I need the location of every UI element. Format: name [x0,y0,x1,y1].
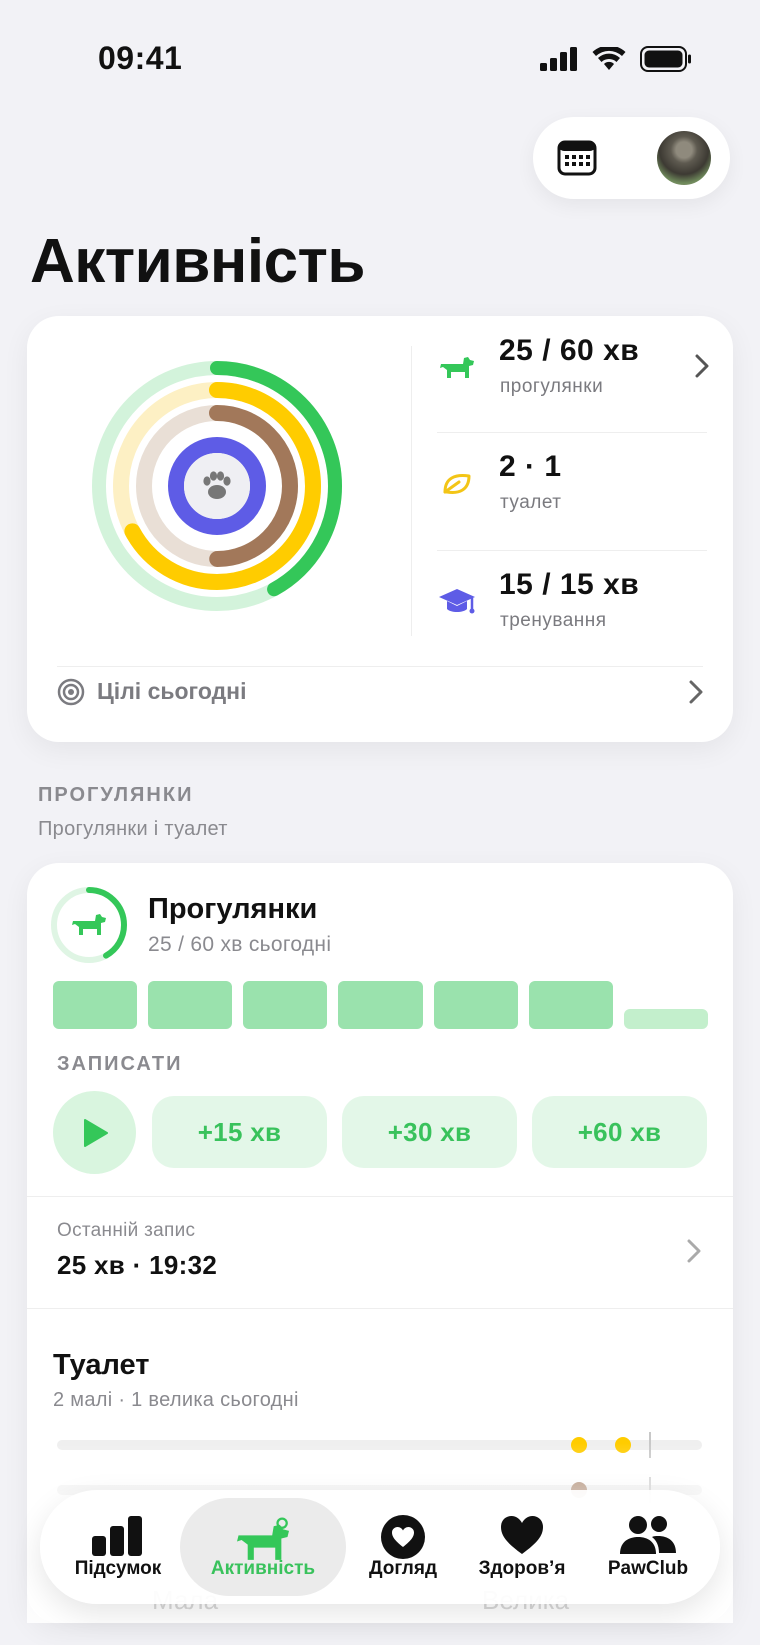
metric-toilet-label: туалет [500,492,562,513]
add-15-min-button[interactable]: +15 хв [152,1096,327,1168]
chevron-right-icon [695,354,709,378]
tab-label: PawClub [607,1558,689,1579]
tab-care[interactable]: Догляд [348,1498,458,1596]
wifi-icon [592,47,626,70]
calendar-icon [557,140,597,176]
tab-label: Підсумок [74,1558,162,1579]
activity-summary-card: 25 / 60 хв прогулянки 2 · 1 туалет 15 / … [27,316,733,742]
metric-divider [437,550,707,551]
goals-today-row[interactable]: Цілі сьогодні [57,658,703,718]
record-label: ЗАПИСАТИ [57,1053,183,1075]
top-actions-pill [533,117,730,199]
section-heading: ПРОГУЛЯНКИ [38,784,194,806]
leaf-icon [443,474,471,494]
progress-segment [243,981,328,1029]
progress-segment [338,981,423,1029]
cellular-signal-icon [540,47,577,71]
progress-segment [433,981,518,1029]
play-icon [83,1118,108,1147]
vertical-divider [411,346,412,636]
calendar-button[interactable] [557,138,597,178]
metric-walks-label: прогулянки [500,376,604,397]
tab-pawclub[interactable]: PawClub [588,1498,708,1596]
dog-icon [237,1517,289,1560]
heart-icon [501,1516,543,1554]
status-icons [540,46,692,72]
add-60-min-button[interactable]: +60 хв [532,1096,707,1168]
toilet-subtitle: 2 малі · 1 велика сьогодні [53,1389,299,1411]
progress-segment [148,981,233,1029]
metric-toilet[interactable]: 2 · 1 туалет [437,438,737,538]
metric-walks-value: 25 / 60 хв [499,334,640,367]
section-subheading: Прогулянки і туалет [38,818,228,840]
activity-rings[interactable] [87,356,347,616]
tab-bar: Підсумок Активність Догляд Здоров’я PawC… [40,1490,720,1604]
tab-label: Догляд [368,1558,438,1579]
metric-toilet-value: 2 · 1 [499,450,562,483]
progress-segment [53,981,138,1029]
last-record-value: 25 хв · 19:32 [57,1250,218,1280]
tab-label: Здоров’я [478,1558,566,1579]
chevron-right-icon [687,1239,701,1263]
tab-health[interactable]: Здоров’я [462,1498,582,1596]
people-icon [620,1516,676,1554]
graduation-cap-icon [439,589,475,614]
metric-divider [437,432,707,433]
chevron-right-icon [689,680,703,704]
walks-progress-bars [53,979,708,1029]
status-time: 09:41 [98,40,183,76]
walks-title: Прогулянки [148,893,318,925]
target-icon [57,678,85,706]
dog-icon [72,914,106,935]
chart-bars-icon [92,1516,142,1556]
walks-progress-ring [51,887,127,963]
tab-summary[interactable]: Підсумок [58,1498,178,1596]
metric-walks[interactable]: 25 / 60 хв прогулянки [437,322,737,422]
page-title: Активність [30,227,366,296]
dog-icon [440,357,474,378]
add-30-min-button[interactable]: +30 хв [342,1096,517,1168]
toilet-title: Туалет [53,1349,150,1381]
tab-activity[interactable]: Активність [180,1498,346,1596]
metric-training[interactable]: 15 / 15 хв тренування [437,556,737,656]
start-walk-button[interactable] [53,1091,136,1174]
metric-training-label: тренування [500,610,607,631]
last-record-label: Останній запис [57,1220,196,1241]
heart-circle-icon [381,1515,425,1559]
progress-segment [528,981,613,1029]
battery-icon [640,46,691,72]
avatar[interactable] [657,131,711,185]
walks-subtitle: 25 / 60 хв сьогодні [148,933,332,956]
status-bar: 09:41 [0,0,760,110]
progress-segment [623,1009,708,1029]
goals-today-label: Цілі сьогодні [97,678,247,704]
metric-training-value: 15 / 15 хв [499,568,640,601]
last-record-row[interactable]: Останній запис 25 хв · 19:32 [27,1197,733,1307]
card-divider [27,1308,733,1309]
